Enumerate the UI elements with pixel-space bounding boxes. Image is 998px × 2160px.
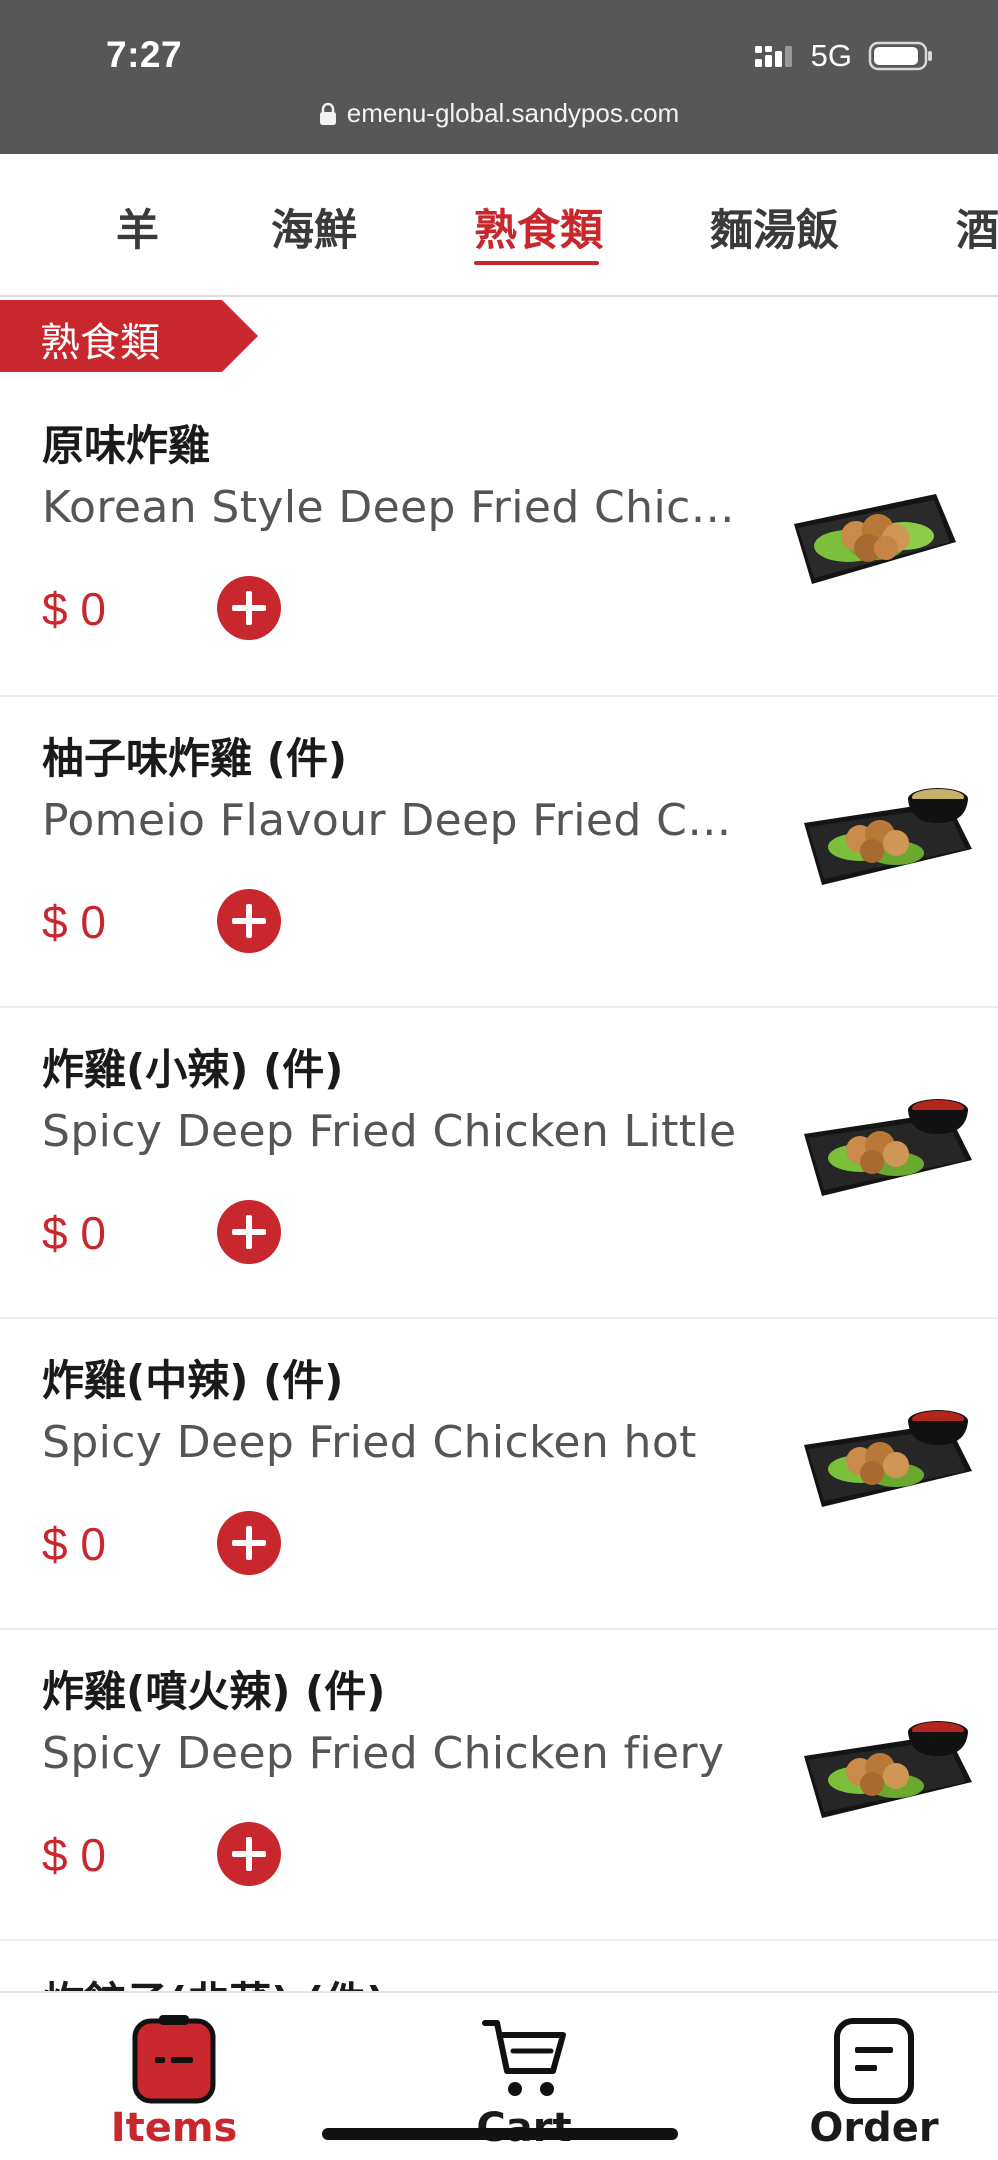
cart-icon [482, 2020, 566, 2096]
tab-cooked-food[interactable]: 熟食類 [474, 196, 603, 258]
tab-seafood[interactable]: 海鮮 [271, 196, 357, 258]
add-to-cart-button[interactable] [217, 1200, 281, 1264]
nav-items[interactable]: Items [54, 1993, 294, 2160]
section-ribbon: 熟食類 [0, 300, 258, 372]
item-price: $ 0 [42, 1829, 106, 1881]
category-tabs: 羊 海鮮 熟食類 麵湯飯 酒 [0, 154, 998, 297]
item-description: Spicy Deep Fried Chicken fiery [42, 1728, 725, 1779]
network-label: 5G [810, 38, 852, 73]
item-price: $ 0 [42, 583, 106, 635]
lock-icon [319, 102, 336, 125]
item-name: 柚子味炸雞 (件) [42, 734, 348, 783]
status-indicators: 5G [753, 38, 934, 74]
status-bar: 7:27 5G emenu-global.sandypos.com [0, 0, 998, 154]
emenu-page: 7:27 5G emenu-global.sandypos.com 羊 海鮮 熟… [0, 0, 998, 2160]
home-indicator [322, 2128, 678, 2140]
battery-icon [868, 41, 932, 71]
nav-label-order: Order [809, 2105, 939, 2151]
nav-order[interactable]: Order [754, 1993, 994, 2160]
fried-chicken-with-red-sauce-image[interactable] [800, 1716, 976, 1830]
order-icon [834, 2018, 914, 2104]
add-to-cart-button[interactable] [217, 889, 281, 953]
tab-noodle-soup-rice[interactable]: 麵湯飯 [710, 196, 839, 258]
menu-item[interactable]: 柚子味炸雞 (件) Pomeio Flavour Deep Fried C… $… [0, 697, 998, 1008]
plus-icon [232, 1837, 266, 1871]
signal-icon [754, 46, 792, 67]
menu-item[interactable]: 炸雞(中辣) (件) Spicy Deep Fried Chicken hot … [0, 1319, 998, 1630]
active-tab-indicator [474, 261, 599, 265]
item-name: 炸雞(噴火辣) (件) [42, 1667, 386, 1716]
menu-item[interactable]: 炸雞(噴火辣) (件) Spicy Deep Fried Chicken fie… [0, 1630, 998, 1941]
menu-list: 原味炸雞 Korean Style Deep Fried Chic… $ 0 柚… [0, 384, 998, 2160]
menu-item[interactable]: 原味炸雞 Korean Style Deep Fried Chic… $ 0 [0, 384, 998, 697]
menu-item[interactable]: 炸雞(小辣) (件) Spicy Deep Fried Chicken Litt… [0, 1008, 998, 1319]
plus-icon [232, 904, 266, 938]
item-description: Spicy Deep Fried Chicken hot [42, 1417, 697, 1468]
plus-icon [232, 1215, 266, 1249]
item-description: Pomeio Flavour Deep Fried C… [42, 795, 732, 846]
section-title: 熟食類 [40, 320, 160, 366]
item-description: Spicy Deep Fried Chicken Little [42, 1106, 737, 1157]
items-icon [132, 2015, 216, 2104]
tab-alcohol[interactable]: 酒 [956, 196, 998, 258]
add-to-cart-button[interactable] [217, 1822, 281, 1886]
add-to-cart-button[interactable] [217, 1511, 281, 1575]
nav-label-items: Items [110, 2105, 238, 2151]
item-price: $ 0 [42, 1207, 106, 1259]
fried-chicken-with-red-sauce-image[interactable] [800, 1094, 976, 1208]
tab-lamb[interactable]: 羊 [116, 196, 159, 258]
url-bar[interactable]: emenu-global.sandypos.com [0, 98, 998, 129]
item-description: Korean Style Deep Fried Chic… [42, 482, 736, 533]
plus-icon [232, 591, 266, 625]
status-time: 7:27 [106, 34, 183, 75]
fried-chicken-with-red-sauce-image[interactable] [800, 1405, 976, 1519]
item-name: 炸雞(中辣) (件) [42, 1356, 344, 1405]
item-price: $ 0 [42, 896, 106, 948]
plus-icon [232, 1526, 266, 1560]
url-text: emenu-global.sandypos.com [346, 98, 680, 128]
fried-chicken-with-sauce-image[interactable] [800, 783, 976, 897]
item-name: 原味炸雞 [42, 421, 211, 470]
fried-chicken-plate-image[interactable] [786, 484, 962, 598]
item-name: 炸雞(小辣) (件) [42, 1045, 344, 1094]
item-price: $ 0 [42, 1518, 106, 1570]
add-to-cart-button[interactable] [217, 576, 281, 640]
